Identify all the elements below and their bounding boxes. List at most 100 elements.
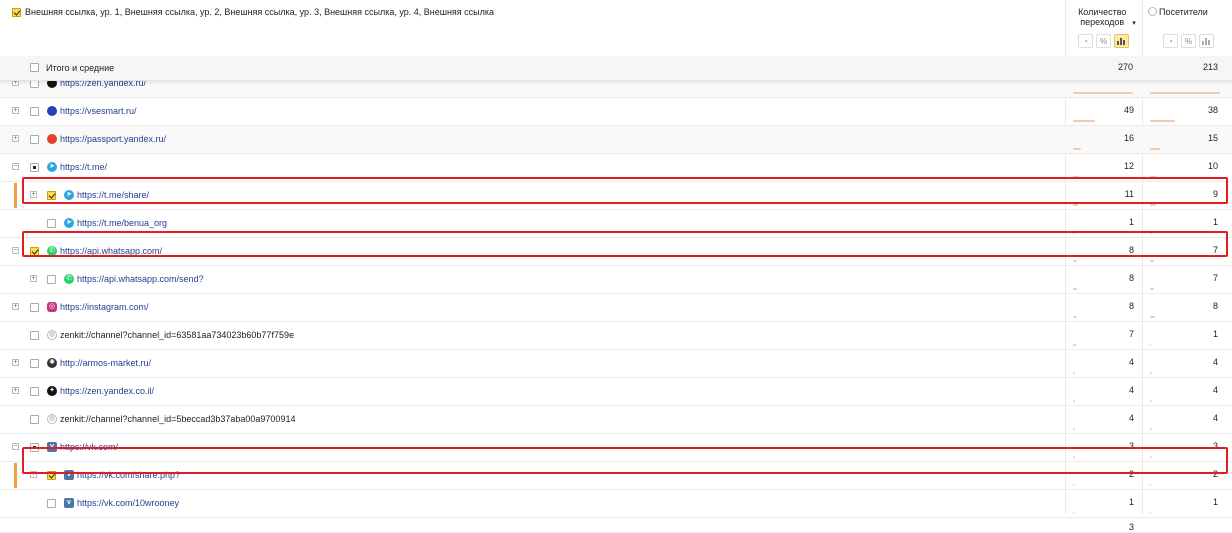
table-row[interactable]: ◍ zenkit://channel?channel_id=5beccad3b3…: [0, 406, 1232, 434]
sort-desc-icon[interactable]: ▾: [1132, 20, 1136, 27]
table-row[interactable]: + https://passport.yandex.ru/ 16 15: [0, 126, 1232, 154]
row-link[interactable]: https://t.me/benua_org: [77, 218, 167, 228]
table-row[interactable]: + ✺ http://armos-market.ru/ 4 4: [0, 350, 1232, 378]
table-row[interactable]: − v https://vk.com/ 3 3: [0, 434, 1232, 462]
metric-header-visitors[interactable]: Посетители: [1148, 7, 1228, 17]
table-row[interactable]: ◍ zenkit://channel?channel_id=63581aa734…: [0, 322, 1232, 350]
table-row[interactable]: + ➤ https://t.me/share/ 11 9: [0, 182, 1232, 210]
armos-icon: ✺: [47, 358, 57, 368]
row-link[interactable]: https://vk.com/: [60, 442, 118, 452]
row-checkbox[interactable]: [30, 359, 39, 368]
row-link[interactable]: https://vsesmart.ru/: [60, 106, 137, 116]
value-bar: [1073, 484, 1074, 486]
row-checkbox[interactable]: [47, 471, 56, 480]
row-link: zenkit://channel?channel_id=63581aa73402…: [60, 330, 294, 340]
row-link[interactable]: https://api.whatsapp.com/: [60, 246, 162, 256]
totals-visitors: 213: [1202, 62, 1218, 72]
value-bar: [1073, 400, 1075, 402]
value-bar: [1150, 176, 1157, 178]
value-bar: [1150, 428, 1152, 430]
vk-icon: v: [47, 442, 57, 452]
percent-view-icon[interactable]: %: [1096, 34, 1111, 48]
pie-view-icon[interactable]: ◔: [1163, 34, 1178, 48]
table-row[interactable]: − ✆ https://api.whatsapp.com/ 8 7: [0, 238, 1232, 266]
row-checkbox[interactable]: [47, 275, 56, 284]
collapse-icon[interactable]: −: [12, 247, 19, 254]
expand-icon[interactable]: +: [12, 387, 19, 394]
row-checkbox[interactable]: [30, 247, 39, 256]
transitions-value: 2: [1128, 469, 1134, 479]
row-link[interactable]: https://t.me/share/: [77, 190, 149, 200]
row-checkbox[interactable]: [47, 191, 56, 200]
row-checkbox[interactable]: [30, 163, 39, 172]
row-checkbox[interactable]: [30, 443, 39, 452]
dimension-header[interactable]: Внешняя ссылка, ур. 1, Внешняя ссылка, у…: [12, 7, 494, 17]
selection-marker: [14, 463, 17, 488]
visitors-value: 1: [1212, 217, 1218, 227]
pie-view-icon[interactable]: ◔: [1078, 34, 1093, 48]
table-row[interactable]: − ➤ https://t.me/ 12 10: [0, 154, 1232, 182]
bar-view-icon[interactable]: [1199, 34, 1214, 48]
value-bar: [1073, 148, 1081, 150]
row-link[interactable]: https://instagram.com/: [60, 302, 149, 312]
row-link[interactable]: https://api.whatsapp.com/send?: [77, 274, 204, 284]
totals-row: Итого и средние 270 213: [0, 56, 1232, 81]
row-checkbox[interactable]: [47, 499, 56, 508]
value-bar: [1150, 344, 1151, 346]
metric-label-visitors: Посетители: [1159, 7, 1208, 17]
value-bar: [1150, 204, 1156, 206]
dimension-checkbox[interactable]: [12, 7, 21, 17]
collapse-icon[interactable]: −: [12, 443, 19, 450]
bar-view-icon[interactable]: [1114, 34, 1129, 48]
visitors-value: 38: [1207, 105, 1218, 115]
radio-icon[interactable]: [1148, 7, 1157, 16]
expand-icon[interactable]: +: [30, 471, 37, 478]
expand-icon[interactable]: +: [12, 303, 19, 310]
view-buttons-visitors: ◔ %: [1163, 34, 1214, 48]
expand-icon[interactable]: +: [12, 135, 19, 142]
telegram-icon: ➤: [64, 190, 74, 200]
row-checkbox[interactable]: [30, 107, 39, 116]
table-row[interactable]: + ✦ https://zen.yandex.co.il/ 4 4: [0, 378, 1232, 406]
table-row[interactable]: + ◎ https://instagram.com/ 8 8: [0, 294, 1232, 322]
visitors-value: 7: [1212, 273, 1218, 283]
expand-icon[interactable]: +: [12, 359, 19, 366]
expand-icon[interactable]: +: [30, 275, 37, 282]
totals-checkbox[interactable]: [30, 63, 39, 72]
row-checkbox[interactable]: [30, 135, 39, 144]
table-row[interactable]: 3: [0, 518, 1232, 533]
row-link[interactable]: https://t.me/: [60, 162, 107, 172]
table-row[interactable]: + v https://vk.com/share.php? 2 2: [0, 462, 1232, 490]
totals-transitions: 270: [1117, 62, 1133, 72]
row-checkbox[interactable]: [30, 415, 39, 424]
view-buttons-transitions: ◔ %: [1078, 34, 1129, 48]
transitions-value: 7: [1128, 329, 1134, 339]
expand-icon[interactable]: +: [12, 107, 19, 114]
row-link[interactable]: https://vk.com/10wrooney: [77, 498, 179, 508]
value-bar: [1150, 456, 1152, 458]
row-checkbox[interactable]: [30, 331, 39, 340]
vk-icon: v: [64, 498, 74, 508]
row-link[interactable]: https://vk.com/share.php?: [77, 470, 180, 480]
transitions-value: 11: [1124, 189, 1134, 199]
bar-chart-icon: [1117, 38, 1125, 45]
percent-view-icon[interactable]: %: [1181, 34, 1196, 48]
table-row[interactable]: + ✆ https://api.whatsapp.com/send? 8 7: [0, 266, 1232, 294]
row-checkbox[interactable]: [47, 219, 56, 228]
transitions-value: 3: [1128, 441, 1134, 451]
row-link[interactable]: https://passport.yandex.ru/: [60, 134, 166, 144]
expand-icon[interactable]: +: [30, 191, 37, 198]
collapse-icon[interactable]: −: [12, 163, 19, 170]
row-checkbox[interactable]: [30, 303, 39, 312]
table-row[interactable]: + https://vsesmart.ru/ 49 38: [0, 98, 1232, 126]
value-bar: [1150, 400, 1152, 402]
row-link[interactable]: http://armos-market.ru/: [60, 358, 151, 368]
transitions-value: 4: [1128, 385, 1134, 395]
row-checkbox[interactable]: [30, 387, 39, 396]
transitions-value: 12: [1123, 161, 1134, 171]
row-link[interactable]: https://zen.yandex.co.il/: [60, 386, 154, 396]
metric-header-transitions[interactable]: Количество переходов ▾: [1070, 7, 1140, 29]
table-row[interactable]: ➤ https://t.me/benua_org 1 1: [0, 210, 1232, 238]
transitions-value: 4: [1128, 357, 1134, 367]
value-bar: [1073, 456, 1075, 458]
